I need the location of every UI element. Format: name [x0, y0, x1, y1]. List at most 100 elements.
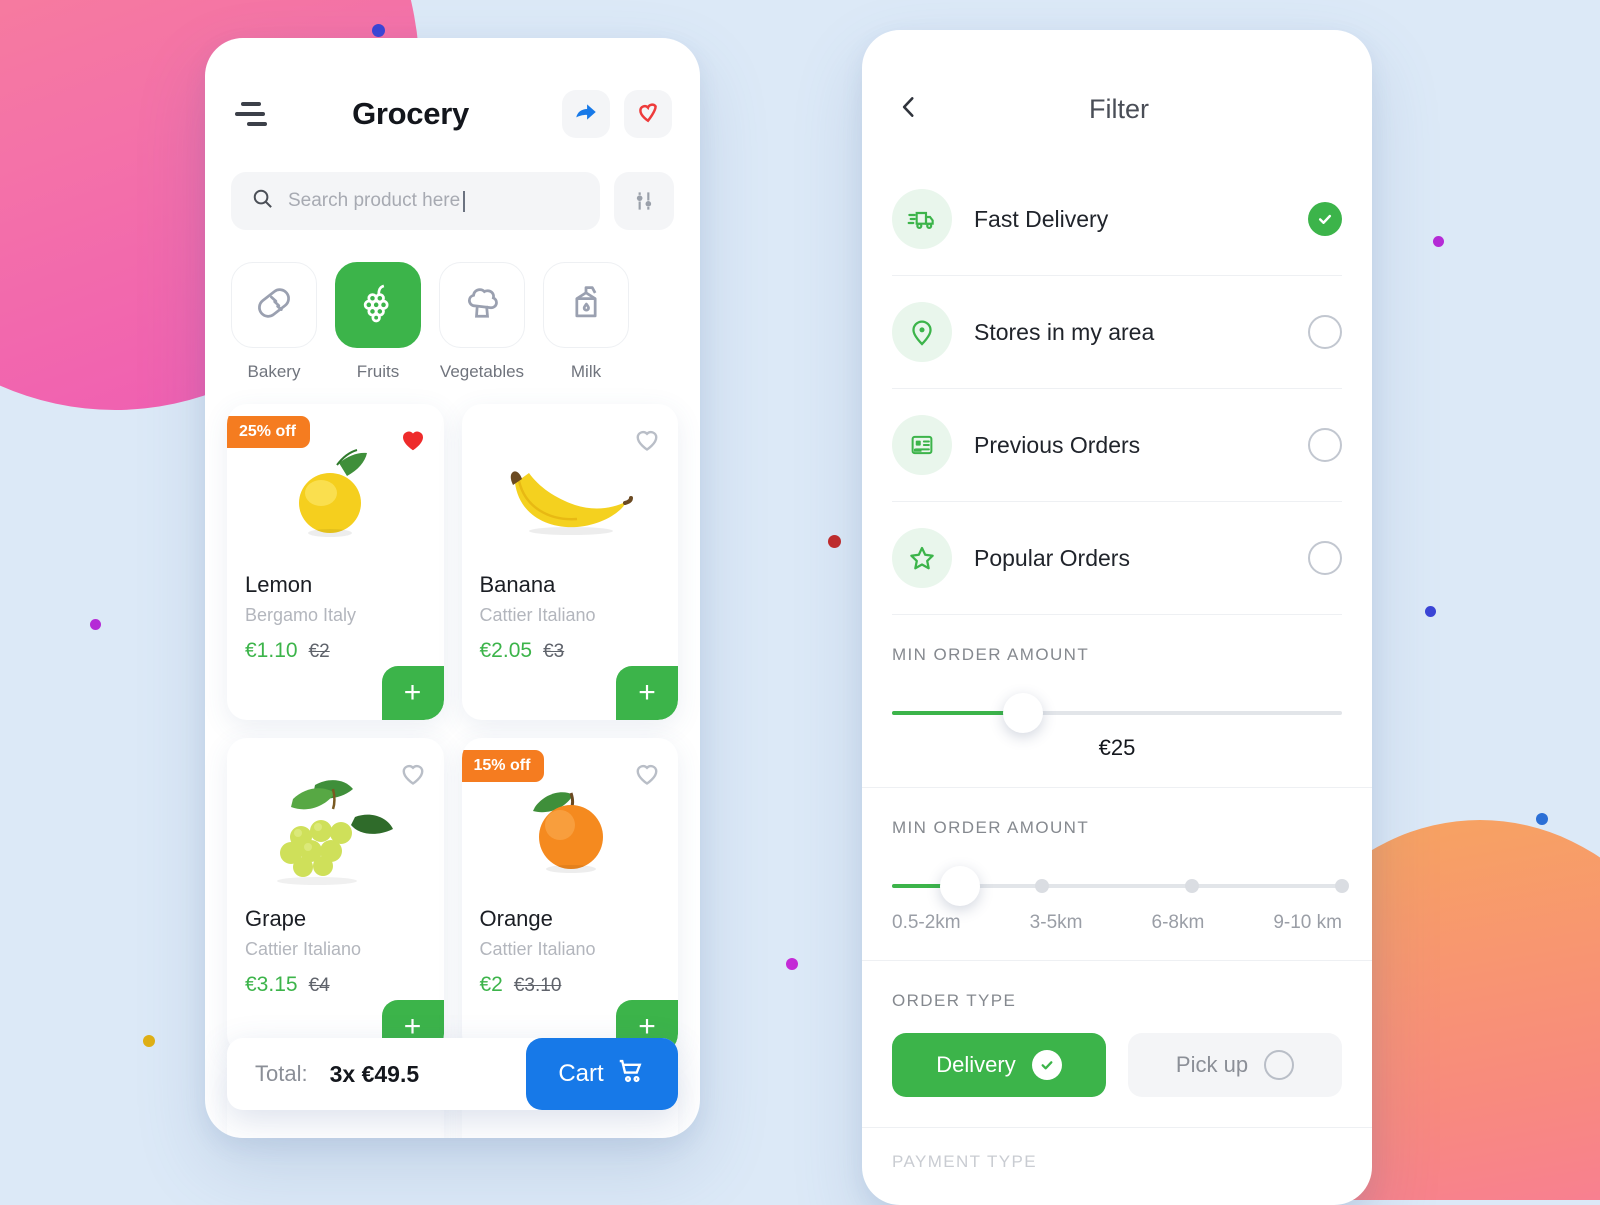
distance-slider[interactable] — [892, 838, 1349, 906]
category-tile — [439, 262, 525, 348]
filter-title: Filter — [1089, 94, 1149, 124]
product-info: Orange Cattier Italiano €2 €3.10 — [462, 906, 679, 997]
distance-step-label[interactable]: 0.5-2km — [892, 912, 961, 934]
distance-title: MIN ORDER AMOUNT — [892, 818, 1090, 837]
category-item-fruits[interactable]: Fruits — [335, 262, 421, 382]
product-price: €2.05 — [479, 639, 533, 662]
product-price: €2 — [479, 973, 503, 996]
category-label: Vegetables — [439, 362, 525, 381]
product-origin: Cattier Italiano — [479, 939, 596, 959]
product-price: €3.15 — [245, 973, 298, 996]
add-to-cart-button[interactable]: + — [616, 666, 678, 720]
page-title: Grocery — [352, 96, 469, 131]
favorites-button[interactable] — [624, 90, 672, 138]
filter-option-fast-delivery[interactable]: Fast Delivery — [892, 163, 1342, 276]
location-pin-icon — [892, 302, 952, 362]
product-prices: €1.10 €2 — [245, 639, 426, 663]
product-prices: €3.15 €4 — [245, 973, 426, 997]
radio-button — [1264, 1050, 1295, 1080]
product-name: Banana — [479, 572, 556, 597]
radio-button[interactable] — [1308, 315, 1342, 349]
heart-outline-icon[interactable] — [632, 758, 662, 793]
distance-step-label[interactable]: 3-5km — [1030, 912, 1083, 934]
product-info: Grape Cattier Italiano €3.15 €4 — [227, 906, 444, 997]
min-order-value: €25 — [1098, 735, 1136, 760]
product-origin: Cattier Italiano — [479, 605, 596, 625]
category-tile — [543, 262, 629, 348]
filter-screen: Filter Fast Delivery Stores in my area P… — [862, 30, 1372, 1205]
category-label: Fruits — [356, 362, 400, 381]
discount-badge: 15% off — [461, 750, 545, 782]
radio-button[interactable] — [1308, 428, 1342, 462]
slider-tick[interactable] — [1034, 879, 1049, 893]
category-label: Bakery — [247, 362, 301, 381]
filter-header: Filter — [862, 30, 1372, 127]
product-info: Lemon Bergamo Italy €1.10 €2 — [227, 572, 444, 663]
share-arrow-icon — [573, 99, 599, 130]
decor-dot — [372, 24, 385, 37]
product-info: Banana Cattier Italiano €2.05 €3 — [462, 572, 679, 663]
total-value: 3x €49.5 — [329, 1060, 420, 1087]
heart-filled-icon[interactable] — [398, 424, 428, 459]
check-icon — [1031, 1050, 1062, 1080]
decor-dot — [1536, 813, 1548, 825]
filter-option-label: Popular Orders — [974, 544, 1130, 571]
category-item-milk[interactable]: Milk — [543, 262, 629, 382]
distance-step-label[interactable]: 9-10 km — [1273, 912, 1342, 934]
receipt-icon — [892, 415, 952, 475]
distance-step-labels: 0.5-2km 3-5km 6-8km 9-10 km — [892, 912, 1342, 960]
bread-icon — [252, 281, 296, 330]
grocery-header: Grocery — [205, 38, 700, 138]
search-input[interactable]: Search product here — [231, 172, 600, 230]
product-grid: 25% off Lemon Bergamo Italy €1.10 €2 + B… — [205, 382, 700, 1054]
delivery-truck-icon — [892, 189, 952, 249]
slider-knob[interactable] — [939, 866, 980, 906]
product-name: Grape — [245, 906, 307, 931]
star-icon — [892, 528, 952, 588]
product-card[interactable]: 15% off Orange Cattier Italiano €2 €3.10… — [461, 738, 679, 1054]
cart-button[interactable]: Cart — [526, 1038, 678, 1110]
category-list: Bakery Fruits Vegetables Milk — [205, 230, 700, 382]
category-label: Milk — [570, 362, 602, 381]
filter-option-label: Stores in my area — [974, 318, 1155, 345]
slider-tick[interactable] — [1184, 879, 1199, 893]
product-old-price: €4 — [308, 975, 330, 996]
filter-option-previous-orders[interactable]: Previous Orders — [892, 389, 1342, 502]
filter-option-popular-orders[interactable]: Popular Orders — [892, 502, 1342, 615]
decor-dot — [1433, 236, 1444, 247]
distance-step-label[interactable]: 6-8km — [1152, 912, 1205, 934]
slider-tick[interactable] — [1335, 879, 1349, 893]
product-card[interactable]: Grape Cattier Italiano €3.15 €4 + — [227, 738, 444, 1054]
share-button[interactable] — [562, 90, 610, 138]
product-name: Lemon — [245, 572, 313, 597]
product-card[interactable]: 25% off Lemon Bergamo Italy €1.10 €2 + — [227, 404, 444, 720]
min-order-amount-title: MIN ORDER AMOUNT — [892, 645, 1090, 664]
radio-button[interactable] — [1308, 541, 1342, 575]
filter-option-stores-in-my-area[interactable]: Stores in my area — [892, 276, 1342, 389]
slider-knob[interactable] — [1002, 693, 1043, 733]
category-tile — [335, 262, 421, 348]
order-type-delivery[interactable]: Delivery — [892, 1033, 1106, 1097]
discount-badge: 25% off — [227, 416, 310, 448]
heart-outline-icon[interactable] — [632, 424, 662, 459]
category-item-bakery[interactable]: Bakery — [231, 262, 317, 382]
heart-outline-icon — [635, 99, 661, 130]
category-item-vegetables[interactable]: Vegetables — [439, 262, 525, 382]
product-old-price: €3.10 — [513, 975, 562, 996]
check-icon[interactable] — [1308, 202, 1342, 236]
order-type-title: ORDER TYPE — [892, 991, 1017, 1010]
product-card[interactable]: Banana Cattier Italiano €2.05 €3 + — [461, 404, 679, 720]
hamburger-icon[interactable] — [235, 101, 269, 127]
product-name: Orange — [479, 906, 553, 931]
filter-options: Fast Delivery Stores in my area Previous… — [862, 127, 1372, 615]
search-icon — [251, 187, 274, 215]
filter-option-label: Previous Orders — [974, 431, 1141, 458]
min-order-slider[interactable] — [892, 665, 1342, 733]
sliders-icon[interactable] — [614, 172, 674, 230]
order-type-pick-up[interactable]: Pick up — [1128, 1033, 1342, 1097]
add-to-cart-button[interactable]: + — [381, 666, 444, 720]
decor-dot — [90, 619, 101, 630]
heart-outline-icon[interactable] — [398, 758, 428, 793]
product-old-price: €2 — [308, 641, 330, 662]
cart-summary-bar: Total: 3x €49.5 Cart — [227, 1038, 678, 1110]
